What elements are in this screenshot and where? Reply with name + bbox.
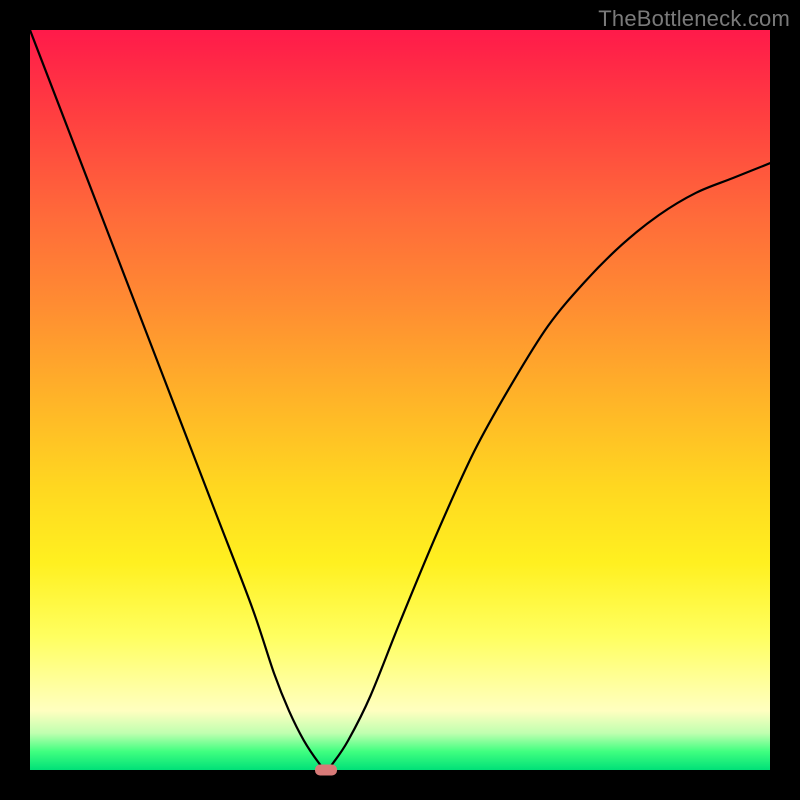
optimal-point-marker bbox=[315, 765, 337, 776]
chart-plot-area bbox=[30, 30, 770, 770]
bottleneck-curve bbox=[30, 30, 770, 770]
watermark-text: TheBottleneck.com bbox=[598, 6, 790, 32]
